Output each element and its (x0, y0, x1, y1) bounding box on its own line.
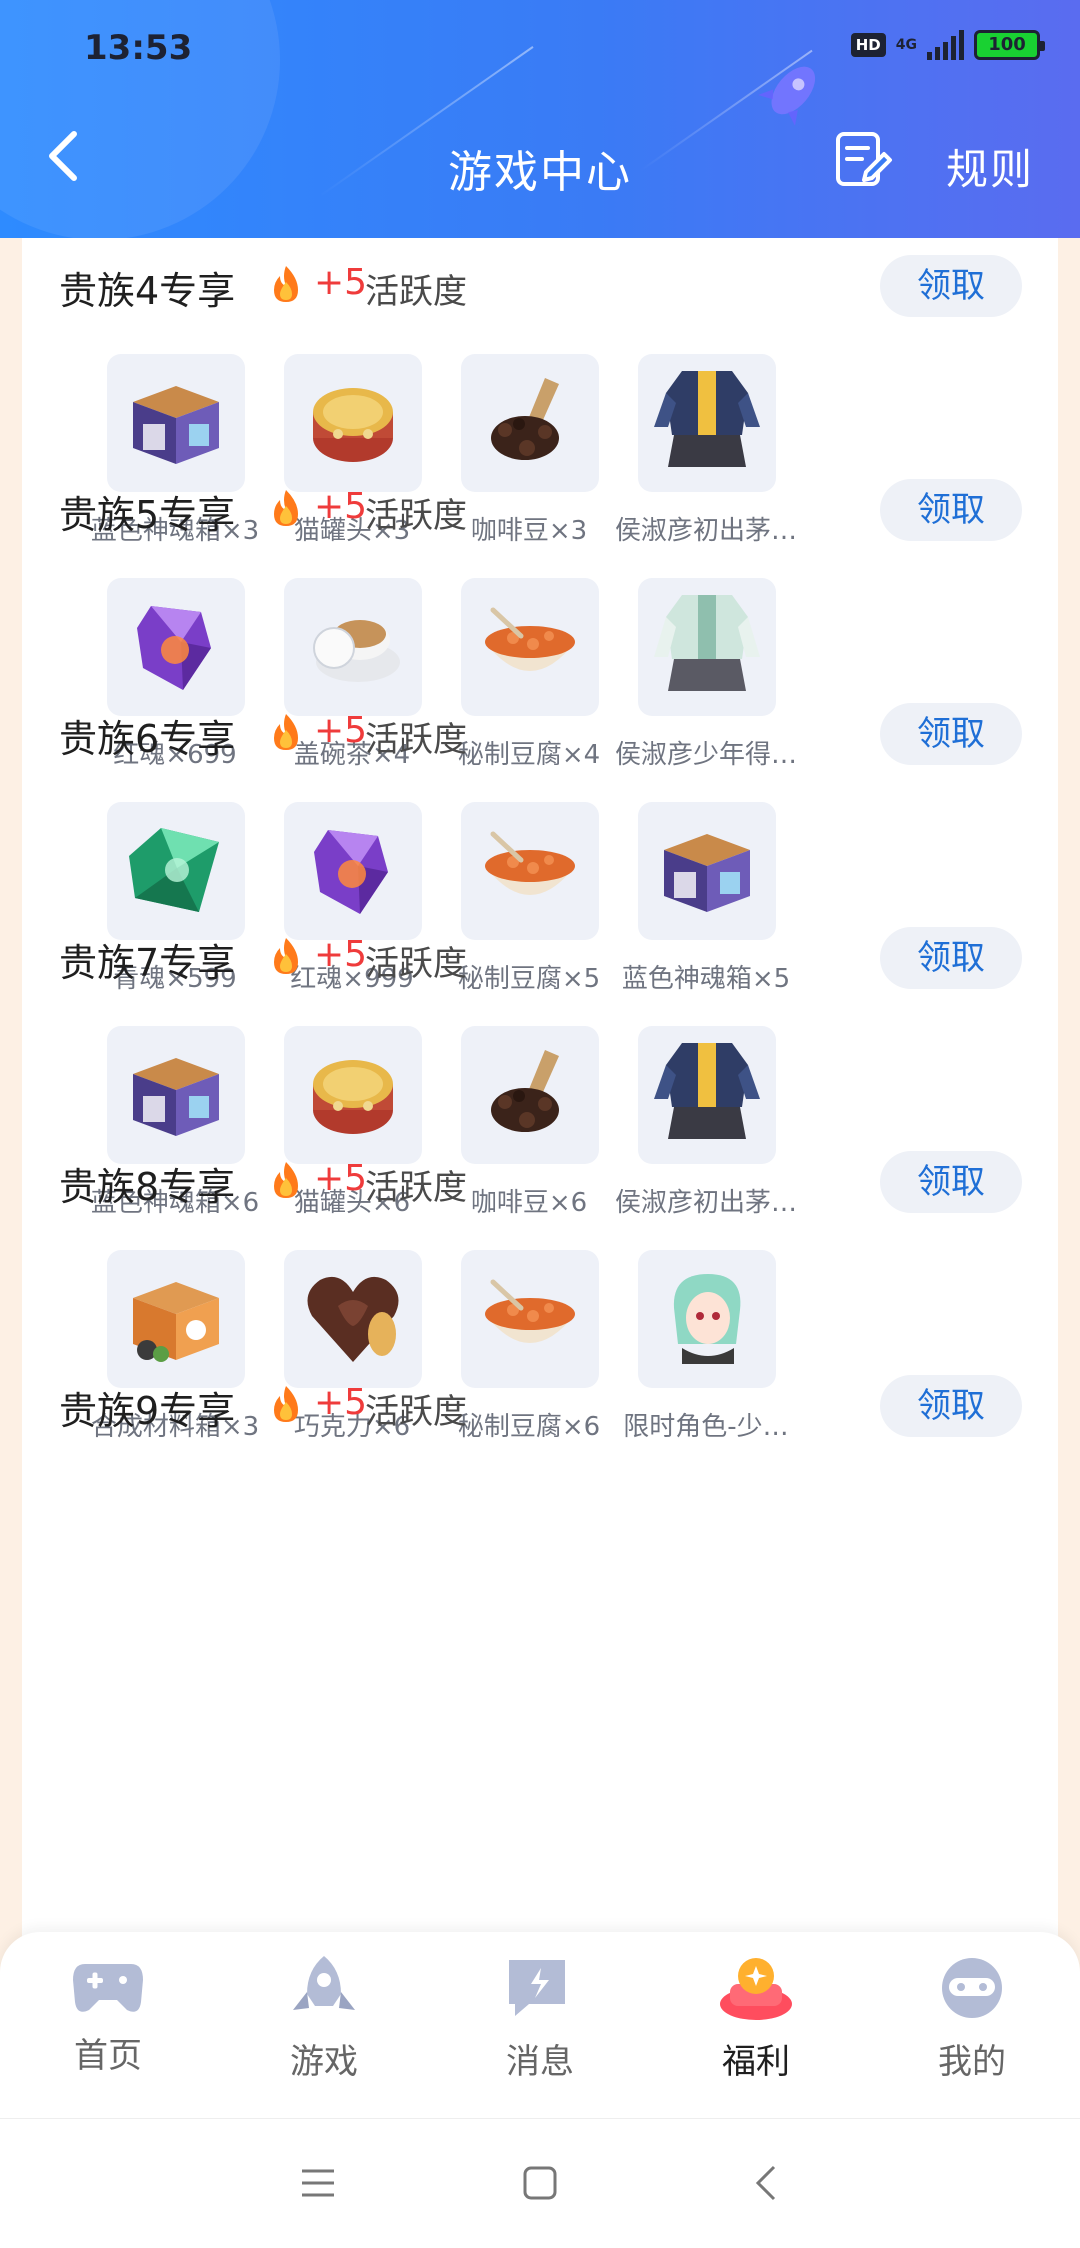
activity-points: +5 (314, 710, 368, 751)
nav-bar: 游戏中心 规则 (0, 110, 1080, 210)
status-time: 13:53 (84, 28, 193, 68)
activity-label: 活跃度 (365, 720, 467, 760)
network-label: 4G (895, 37, 917, 53)
claim-button[interactable]: 领取 (880, 255, 1022, 317)
claim-button[interactable]: 领取 (880, 703, 1022, 765)
edit-icon[interactable] (830, 128, 894, 192)
header: 13:53 HD 4G 100 游戏中心 规则 (0, 0, 1080, 238)
tab-games[interactable]: 游戏 (216, 1954, 432, 2104)
flame-icon (268, 936, 304, 976)
tab-rewards[interactable]: 福利 (648, 1954, 864, 2104)
claim-button[interactable]: 领取 (880, 1375, 1022, 1437)
activity-label: 活跃度 (365, 496, 467, 536)
gift-icon (720, 1958, 792, 2020)
section-title: 贵族7专享 (59, 941, 236, 985)
bottom-tab-bar: 首页 游戏 消息 福利 我的 (0, 1932, 1080, 2118)
battery-icon: 100 (974, 30, 1045, 60)
signal-icon (927, 30, 964, 60)
status-bar: 13:53 HD 4G 100 (0, 26, 1080, 70)
section-title: 贵族9专享 (59, 1389, 236, 1433)
activity-label: 活跃度 (365, 272, 467, 312)
tab-label: 首页 (74, 2036, 142, 2076)
claim-button[interactable]: 领取 (880, 479, 1022, 541)
menu-icon[interactable] (298, 2163, 338, 2203)
tab-label: 我的 (938, 2042, 1006, 2082)
activity-label: 活跃度 (365, 1392, 467, 1432)
flame-icon (268, 1384, 304, 1424)
tab-label: 消息 (506, 2042, 574, 2082)
section-title: 贵族5专享 (59, 493, 236, 537)
tab-profile[interactable]: 我的 (864, 1954, 1080, 2104)
privilege-list: 贵族4专享 +5 活跃度 领取 蓝色神魂箱×3 猫罐头×3 咖啡豆×3 侯淑彦初… (22, 238, 1058, 1938)
home-square-icon[interactable] (520, 2163, 560, 2203)
section-title: 贵族4专享 (59, 269, 236, 313)
back-icon[interactable] (748, 2163, 788, 2203)
activity-label: 活跃度 (365, 1168, 467, 1208)
flame-icon (268, 1160, 304, 1200)
activity-points: +5 (314, 1382, 368, 1423)
flame-icon (268, 264, 304, 304)
profile-icon (942, 1958, 1002, 2018)
flame-icon (268, 712, 304, 752)
section-title: 贵族6专享 (59, 717, 236, 761)
activity-label: 活跃度 (365, 944, 467, 984)
activity-points: +5 (314, 934, 368, 975)
page-title: 游戏中心 (448, 147, 632, 198)
gamepad-icon (73, 1964, 143, 2012)
section-title: 贵族8专享 (59, 1165, 236, 1209)
tab-home[interactable]: 首页 (0, 1954, 216, 2104)
rocket-icon (293, 1956, 355, 2010)
activity-points: +5 (314, 262, 368, 303)
activity-points: +5 (314, 1158, 368, 1199)
flame-icon (268, 488, 304, 528)
claim-button[interactable]: 领取 (880, 927, 1022, 989)
system-nav-bar (0, 2118, 1080, 2248)
hd-badge: HD (850, 33, 886, 57)
tab-label: 游戏 (290, 2042, 358, 2082)
tab-messages[interactable]: 消息 (432, 1954, 648, 2104)
message-icon (509, 1960, 565, 2016)
tab-label: 福利 (722, 2042, 790, 2082)
rules-link[interactable]: 规则 (946, 136, 1034, 197)
privilege-section: 贵族9专享 +5 活跃度 领取 (22, 1358, 1058, 1680)
claim-button[interactable]: 领取 (880, 1151, 1022, 1213)
activity-points: +5 (314, 486, 368, 527)
